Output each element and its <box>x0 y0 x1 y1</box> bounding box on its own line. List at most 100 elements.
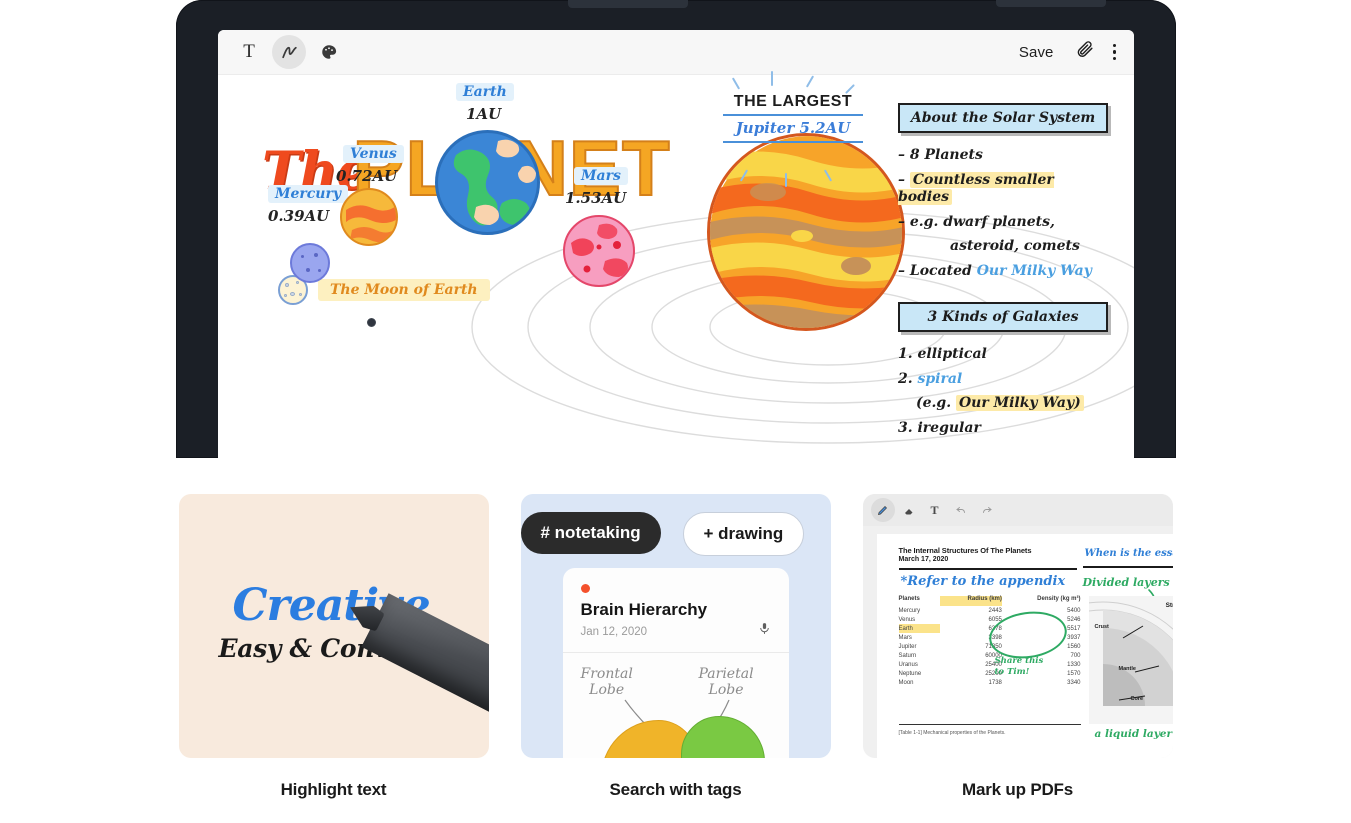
cell-planet-name: Saturn <box>898 652 917 659</box>
solar-bullet-4: – Located Our Milky Way <box>898 263 1108 281</box>
cell-planet-name: Neptune <box>898 670 922 677</box>
galaxy-item-2b: (e.g. Our Milky Way) <box>898 395 1108 413</box>
feature-cards-row: Creative Easy & Convenient Highlight tex… <box>0 494 1351 800</box>
save-button[interactable]: Save <box>1019 44 1054 61</box>
pen-tool-button[interactable] <box>272 35 306 69</box>
tablet-device: T Save The The Moon of Earth Mercury 0.3… <box>176 0 1176 458</box>
tag-drawing[interactable]: + drawing <box>682 512 805 556</box>
pdf-pen-button[interactable] <box>870 498 895 522</box>
search-tags-preview[interactable]: # notetaking + drawing Brain Hierarchy J… <box>520 494 831 758</box>
bullet-link-text: Our Milky Way <box>976 262 1092 279</box>
text-tool-button[interactable]: T <box>232 35 266 69</box>
eraser-icon <box>904 509 912 515</box>
bullet-highlighted-text: Countless smaller bodies <box>898 171 1054 205</box>
planet-label-mars: Mars <box>574 167 628 185</box>
frontal-lobe-line2: Lobe <box>589 682 625 699</box>
planet-label-mercury: Mercury <box>268 185 348 203</box>
pdf-eraser-button[interactable] <box>897 498 921 522</box>
cell-density: 3340 <box>1067 679 1081 686</box>
galaxy-highlighted-text: Our Milky Way) <box>955 395 1084 411</box>
galaxy-number: 2. <box>898 370 913 387</box>
markup-pdfs-preview[interactable]: T The Internal Structures Of The Planets… <box>862 494 1173 758</box>
solar-system-heading: About the Solar System <box>898 103 1108 133</box>
cell-planet-name: Jupiter <box>898 643 917 650</box>
note-canvas[interactable]: ThePLANET The Moon of Earth Mercury 0.39… <box>218 71 1134 458</box>
pdf-page[interactable]: The Internal Structures Of The Planets M… <box>876 534 1173 758</box>
feature-card-highlight-text[interactable]: Creative Easy & Convenient Highlight tex… <box>178 494 489 800</box>
sparkle-mark <box>785 173 787 187</box>
palette-icon <box>322 45 337 59</box>
tag-notetaking[interactable]: # notetaking <box>520 512 661 554</box>
table-header-row: Planets Radius (km) Density (kg m³) <box>899 596 1081 606</box>
pdf-redo-button[interactable] <box>975 498 999 522</box>
annotation-share-to-tim: Share this to Tim! <box>995 656 1044 677</box>
pdf-title-rule <box>898 568 1077 570</box>
pdf-document-date: March 17, 2020 <box>898 556 949 563</box>
note-preview-date: Jan 12, 2020 <box>580 626 648 638</box>
cell-planet-name: Mercury <box>898 607 921 614</box>
camera-sensor-icon <box>367 318 376 327</box>
bullet-dash: – <box>898 171 905 188</box>
galaxies-heading: 3 Kinds of Galaxies <box>898 302 1108 332</box>
unread-dot-icon <box>580 584 590 593</box>
microphone-icon[interactable] <box>758 622 771 640</box>
annotation-refer-appendix: *Refer to the appendix <box>900 574 1066 589</box>
table-row: Uranus 25400 1330 <box>899 660 1081 669</box>
table-row: Saturn 60000 700 <box>899 651 1081 660</box>
notes-panel: About the Solar System – 8 Planets – Cou… <box>898 103 1108 444</box>
galaxy-item-2: 2. spiral <box>898 371 1108 389</box>
pdf-title-rule-right <box>1082 566 1173 568</box>
planet-mercury <box>290 243 330 283</box>
note-preview-title: Brain Hierarchy <box>580 600 708 619</box>
brain-parietal-lobe-shape <box>680 716 765 758</box>
attachment-icon[interactable] <box>1076 40 1095 64</box>
pdf-text-label: T <box>930 502 939 517</box>
parietal-lobe-line2: Lobe <box>708 682 744 699</box>
planet-earth <box>435 130 540 235</box>
figure-title-structure: Structure <box>1165 602 1173 609</box>
more-options-icon[interactable] <box>1112 43 1116 61</box>
pdf-text-button[interactable]: T <box>923 498 947 522</box>
moon-label: The Moon of Earth <box>318 279 490 301</box>
planet-label-earth: Earth <box>456 83 514 101</box>
largest-subtitle: Jupiter 5.2AU <box>723 116 863 143</box>
cell-radius: 6055 <box>988 616 1002 623</box>
feature-card-markup-pdfs[interactable]: T The Internal Structures Of The Planets… <box>862 494 1173 800</box>
note-preview-card[interactable]: Brain Hierarchy Jan 12, 2020 Frontal Lob… <box>562 568 789 758</box>
cell-planet-name: Uranus <box>898 661 918 668</box>
cell-planet-name: Moon <box>898 679 914 686</box>
column-header-density: Density (kg m³) <box>1037 596 1081 602</box>
galaxy-item-3: 3. iregular <box>898 419 981 436</box>
galaxy-item-1: 1. elliptical <box>898 346 987 362</box>
feature-card-search-tags[interactable]: # notetaking + drawing Brain Hierarchy J… <box>520 494 831 800</box>
column-header-planets: Planets <box>898 596 920 602</box>
column-header-radius: Radius (km) <box>939 596 1002 606</box>
spen-stylus-icon <box>360 593 489 752</box>
pen-icon <box>877 506 887 515</box>
planet-distance-mercury: 0.39AU <box>268 207 330 225</box>
sparkle-mark <box>771 71 773 86</box>
annotation-essay-deadline: When is the essay deadline <box>1084 548 1173 559</box>
galaxy-text: spiral <box>917 370 963 387</box>
card-caption-highlight-text: Highlight text <box>280 780 387 799</box>
pdf-document-title: The Internal Structures Of The Planets <box>898 546 1032 555</box>
pdf-table-bottom-rule <box>898 724 1081 725</box>
more-dot <box>1112 43 1116 48</box>
palette-tool-button[interactable] <box>312 35 346 69</box>
pdf-table-caption: [Table 1-1] Mechanical properties of the… <box>898 730 1006 736</box>
table-row: Moon 1738 3340 <box>899 678 1081 687</box>
figure-label-crust: Crust <box>1094 624 1109 630</box>
undo-icon <box>955 507 965 513</box>
pdf-toolbar: T <box>862 494 1173 526</box>
parietal-lobe-label: Parietal Lobe <box>699 666 754 698</box>
solar-bullet-3: – e.g. dwarf planets, <box>898 213 1055 230</box>
highlight-text-preview[interactable]: Creative Easy & Convenient <box>178 494 489 758</box>
note-card-divider <box>562 652 789 653</box>
more-dot <box>1112 50 1116 54</box>
figure-label-core: Core <box>1130 696 1144 702</box>
more-dot <box>1112 56 1116 61</box>
pdf-structure-figure: Structure Crust Mantle Core <box>1088 596 1173 724</box>
redo-icon <box>982 507 992 513</box>
pdf-undo-button[interactable] <box>949 498 973 522</box>
cell-radius: 25200 <box>985 670 1002 677</box>
